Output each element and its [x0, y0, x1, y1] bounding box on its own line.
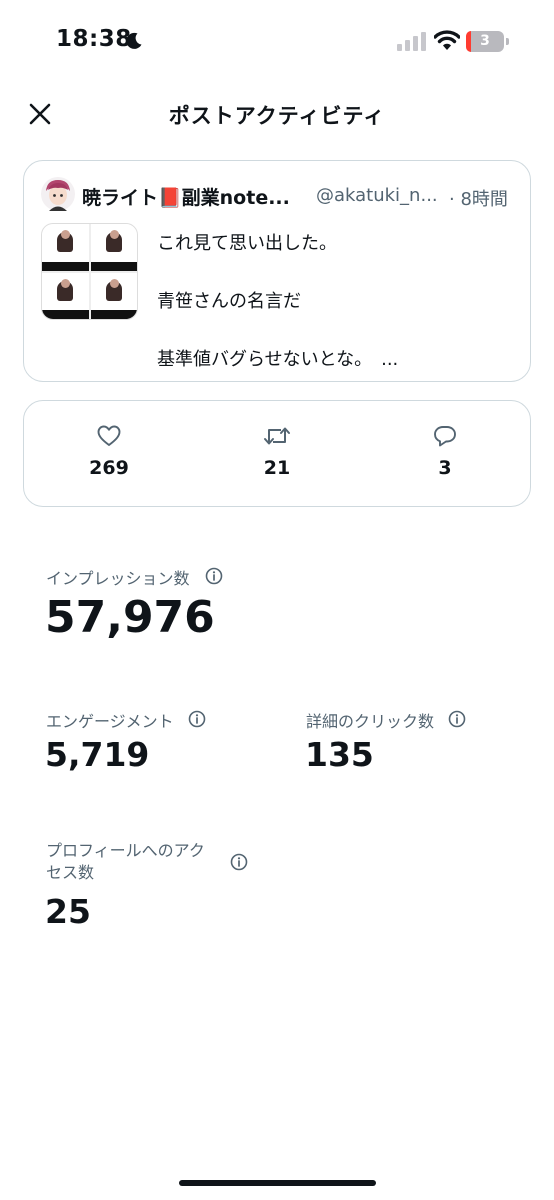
engagement-label: エンゲージメント — [46, 712, 174, 731]
post-activity-screen: 18:38 3 ポストアクティビティ 暁ライト📕副業note... @akatu… — [0, 0, 554, 1200]
impressions-value: 57,976 — [45, 592, 215, 643]
profile-visits-label-line: セス数 — [46, 863, 95, 882]
replies-count: 3 — [438, 457, 452, 479]
post-text-blank-line — [157, 258, 398, 287]
moon-icon — [126, 32, 142, 49]
impressions-label: インプレッション数 — [46, 569, 190, 588]
reposts-metric[interactable]: 21 — [227, 425, 327, 479]
author-name: 暁ライト📕副業note... — [82, 187, 290, 209]
post-image-thumbnail[interactable] — [41, 223, 138, 320]
engagement-metrics-card: 269 21 3 — [23, 400, 531, 507]
post-text-line: 基準値バグらせないとな。 ... — [157, 349, 399, 370]
post-text-line: 青笹さんの名言だ — [157, 291, 301, 312]
detail-clicks-value: 135 — [305, 735, 374, 774]
battery-icon: 3 — [466, 31, 510, 52]
info-icon[interactable] — [448, 710, 466, 728]
reposts-count: 21 — [263, 457, 291, 479]
status-bar: 18:38 3 — [0, 0, 554, 84]
profile-visits-label: プロフィールへのアク セス数 — [46, 840, 205, 884]
likes-count: 269 — [89, 457, 129, 479]
info-icon[interactable] — [230, 853, 248, 871]
likes-metric[interactable]: 269 — [59, 425, 159, 479]
info-icon[interactable] — [205, 567, 223, 585]
status-time: 18:38 — [56, 26, 132, 52]
heart-icon — [97, 425, 121, 446]
page-title: ポストアクティビティ — [168, 104, 386, 128]
author-handle: @akatuki_n... — [316, 185, 438, 206]
profile-visits-label-line: プロフィールへのアク — [46, 841, 205, 860]
post-time: · 8時間 — [449, 189, 508, 210]
repost-icon — [264, 427, 290, 445]
home-indicator[interactable] — [179, 1180, 376, 1186]
post-text-line: これ見て思い出した。 — [157, 233, 337, 254]
engagement-value: 5,719 — [45, 735, 150, 774]
avatar — [41, 177, 75, 211]
post-text: これ見て思い出した。 青笹さんの名言だ 基準値バグらせないとな。 ... — [157, 229, 398, 374]
reply-icon — [434, 426, 456, 447]
info-icon[interactable] — [188, 710, 206, 728]
replies-metric[interactable]: 3 — [395, 425, 495, 479]
signal-icon — [397, 32, 426, 51]
detail-clicks-label: 詳細のクリック数 — [306, 712, 435, 731]
post-card[interactable]: 暁ライト📕副業note... @akatuki_n... · 8時間 これ見て思… — [23, 160, 531, 382]
post-text-blank-line — [157, 316, 398, 345]
battery-level: 3 — [480, 33, 490, 49]
wifi-icon — [434, 30, 460, 50]
profile-visits-value: 25 — [45, 892, 91, 931]
